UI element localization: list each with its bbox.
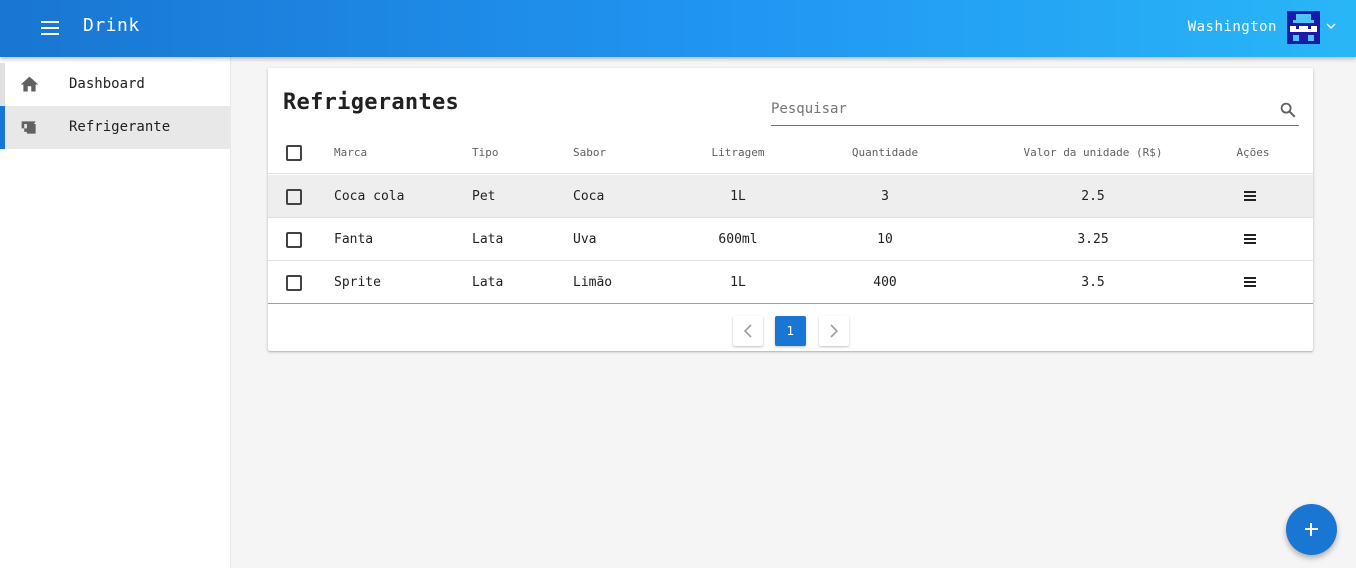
chevron-right-icon [830,324,839,338]
bottle-icon [19,117,40,138]
chevron-down-icon[interactable] [1326,21,1336,34]
row-checkbox[interactable] [286,189,302,205]
page-button-current[interactable]: 1 [775,316,806,346]
page-title: Refrigerantes [283,90,460,115]
sidebar-item-indicator [0,63,5,106]
cell-tipo: Lata [472,232,504,247]
row-checkbox[interactable] [286,275,302,291]
cell-quantidade: 10 [877,232,893,247]
cell-valor: 3.25 [1077,232,1109,247]
table-header-row: Marca Tipo Sabor Litragem Quantidade Val… [268,131,1313,174]
menu-icon[interactable] [36,14,64,42]
add-soda-button[interactable] [1286,504,1337,555]
table-row[interactable]: Coca cola Pet Coca 1L 3 2.5 [268,175,1313,218]
user-menu[interactable]: Washington [1188,8,1336,46]
column-header-valor[interactable]: Valor da unidade (R$) [993,131,1193,174]
soda-list-card: Refrigerantes Marca Tipo Sabor Litragem … [268,68,1313,351]
search-field [771,94,1299,126]
previous-page-button[interactable] [733,316,763,346]
sidebar-item-label: Dashboard [69,76,145,92]
sidebar: Dashboard Refrigerante [0,57,231,568]
avatar [1287,10,1320,44]
search-input[interactable] [771,94,1261,124]
home-icon [19,74,40,95]
cell-quantidade: 400 [873,275,897,290]
next-page-button[interactable] [819,316,849,346]
column-header-sabor[interactable]: Sabor [573,131,606,174]
user-name: Washington [1187,19,1277,35]
cell-quantidade: 3 [881,189,889,204]
app-title: Drink [83,15,140,36]
cell-sabor: Uva [573,232,597,247]
cell-litragem: 1L [730,189,746,204]
sidebar-item-indicator [0,106,5,149]
app-bar: Drink Washington [0,0,1356,57]
cell-litragem: 600ml [718,232,758,247]
row-checkbox[interactable] [286,232,302,248]
chevron-left-icon [743,324,752,338]
pagination: 1 [268,316,1313,346]
cell-sabor: Limão [573,275,613,290]
table-row[interactable]: Sprite Lata Limão 1L 400 3.5 [268,261,1313,304]
row-actions-menu-icon[interactable] [1244,277,1256,288]
cell-valor: 2.5 [1081,189,1105,204]
cell-litragem: 1L [730,275,746,290]
row-actions-menu-icon[interactable] [1244,234,1256,245]
sidebar-item-label: Refrigerante [69,119,171,135]
search-icon[interactable] [1279,101,1297,119]
column-header-tipo[interactable]: Tipo [472,131,499,174]
table-row[interactable]: Fanta Lata Uva 600ml 10 3.25 [268,218,1313,261]
column-header-marca[interactable]: Marca [334,131,367,174]
cell-marca: Fanta [334,232,374,247]
cell-marca: Sprite [334,275,381,290]
cell-sabor: Coca [573,189,605,204]
cell-marca: Coca cola [334,189,405,204]
sidebar-item-refrigerante[interactable]: Refrigerante [0,106,230,149]
column-header-quantidade[interactable]: Quantidade [825,131,945,174]
row-actions-menu-icon[interactable] [1244,191,1256,202]
sidebar-item-dashboard[interactable]: Dashboard [0,63,230,106]
column-header-acoes: Ações [1236,146,1270,159]
cell-tipo: Lata [472,275,504,290]
select-all-checkbox[interactable] [286,145,302,161]
column-header-litragem[interactable]: Litragem [678,131,798,174]
cell-tipo: Pet [472,189,496,204]
cell-valor: 3.5 [1081,275,1105,290]
